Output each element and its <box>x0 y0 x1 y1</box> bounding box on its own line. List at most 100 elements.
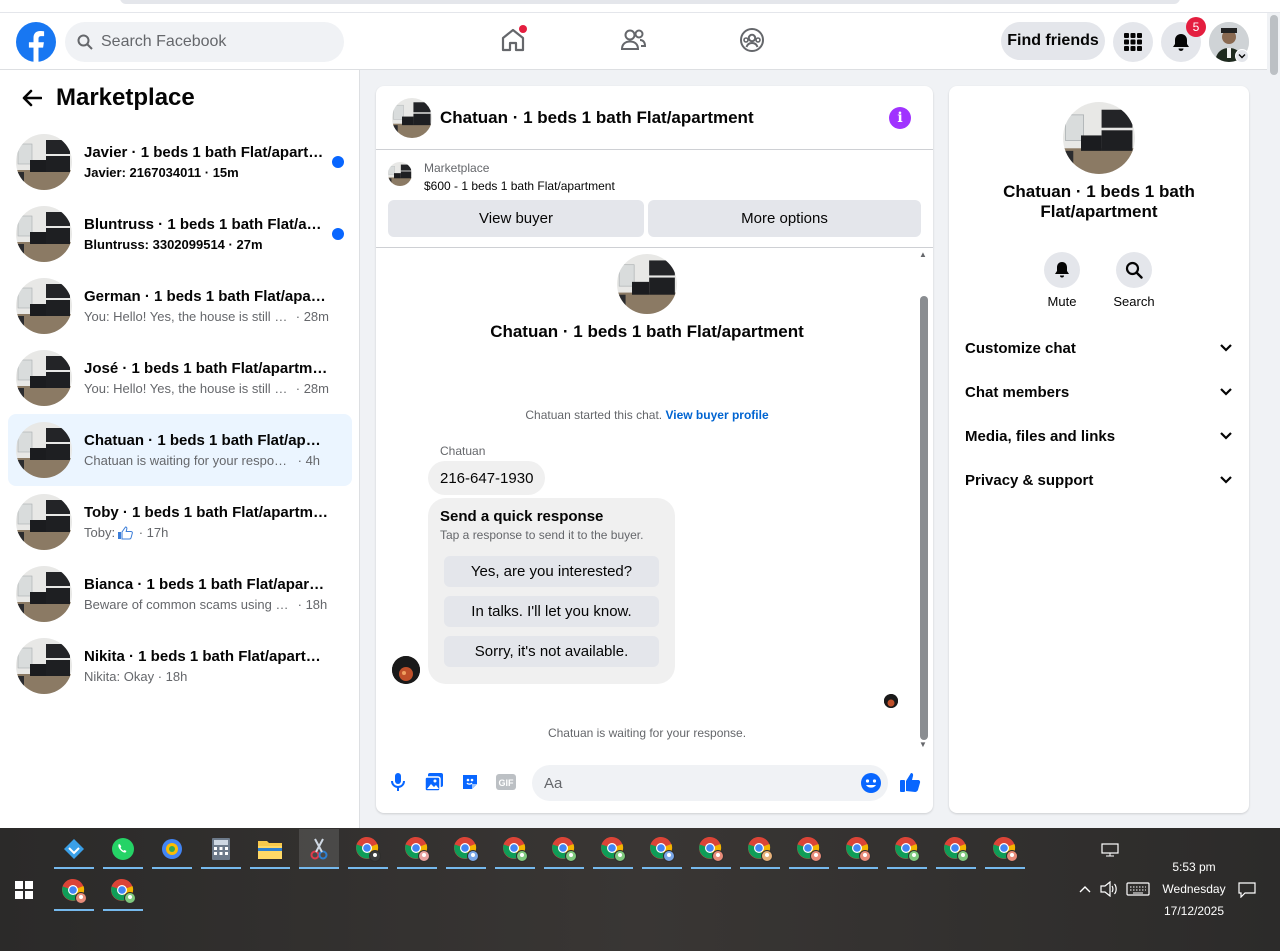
conversation-preview: Chatuan is waiting for your response. · … <box>84 453 329 468</box>
more-options-button[interactable]: More options <box>648 200 921 237</box>
media-files-links-row[interactable]: Media, files and links <box>957 414 1241 458</box>
conversation-item[interactable]: German · 1 beds 1 bath Flat/apartment You… <box>8 270 352 342</box>
file-explorer-icon[interactable] <box>250 829 290 869</box>
customize-chat-row[interactable]: Customize chat <box>957 326 1241 370</box>
listing-price[interactable]: $600 - 1 beds 1 bath Flat/apartment <box>424 179 615 193</box>
scroll-up-arrow-icon[interactable]: ▲ <box>919 250 929 260</box>
chat-scroll-thumb[interactable] <box>920 296 928 740</box>
taskbar-running-indicator <box>103 867 143 869</box>
chrome-profile-icon[interactable] <box>593 829 633 869</box>
chrome-profile-icon[interactable] <box>544 829 584 869</box>
conversation-time: 15m <box>212 165 239 180</box>
friends-icon[interactable] <box>618 25 648 55</box>
account-chevron-icon[interactable] <box>1235 49 1249 63</box>
google-meet-icon[interactable] <box>152 829 192 869</box>
app-diamond-icon[interactable] <box>54 829 94 869</box>
chrome-profile-icon[interactable] <box>348 829 388 869</box>
sender-avatar[interactable] <box>392 656 420 684</box>
action-center-icon[interactable] <box>1238 881 1256 899</box>
search-bar[interactable] <box>65 22 344 62</box>
search-action[interactable]: Search <box>1104 252 1164 309</box>
search-in-chat-icon[interactable] <box>1116 252 1152 288</box>
chrome-profile-icon[interactable] <box>446 829 486 869</box>
keyboard-icon[interactable] <box>1126 882 1150 896</box>
menu-grid-icon[interactable] <box>1113 22 1153 62</box>
clock-time[interactable]: 5:53 pm <box>1158 860 1230 874</box>
chrome-profile-icon[interactable] <box>740 829 780 869</box>
search-input[interactable] <box>101 33 321 51</box>
conversation-item[interactable]: Nikita · 1 beds 1 bath Flat/apartment Nik… <box>8 630 352 702</box>
browser-bar <box>120 0 1180 4</box>
quick-response-in-talks[interactable]: In talks. I'll let you know. <box>444 596 659 627</box>
chrome-profile-icon[interactable] <box>691 829 731 869</box>
chrome-profile-icon[interactable] <box>936 829 976 869</box>
chrome-profile-icon[interactable] <box>54 871 94 911</box>
windows-start-icon[interactable] <box>0 870 48 910</box>
chevron-down-icon <box>1219 343 1233 353</box>
thumbs-up-icon[interactable] <box>898 770 922 794</box>
mute-action[interactable]: Mute <box>1032 252 1092 309</box>
chat-hero-thumbnail <box>617 254 677 314</box>
sticker-icon[interactable] <box>458 770 482 794</box>
chrome-profile-icon[interactable] <box>397 829 437 869</box>
conversation-item[interactable]: Toby · 1 beds 1 bath Flat/apartment Toby:… <box>8 486 352 558</box>
tray-expand-chevron-icon[interactable] <box>1078 882 1092 896</box>
back-arrow-icon[interactable] <box>18 84 46 112</box>
message-input[interactable] <box>544 774 844 792</box>
conversation-item[interactable]: Javier · 1 beds 1 bath Flat/apartment Jav… <box>8 126 352 198</box>
groups-icon[interactable] <box>737 25 767 55</box>
scroll-down-arrow-icon[interactable]: ▼ <box>919 740 929 750</box>
chat-started-notice: Chatuan started this chat. View buyer pr… <box>376 408 918 422</box>
conversation-item[interactable]: José · 1 beds 1 bath Flat/apartment You: … <box>8 342 352 414</box>
mute-bell-icon[interactable] <box>1044 252 1080 288</box>
view-buyer-button[interactable]: View buyer <box>388 200 644 237</box>
listing-thumbnail[interactable] <box>392 97 432 138</box>
chrome-profile-icon[interactable] <box>103 871 143 911</box>
info-listing-thumbnail[interactable] <box>1063 102 1135 174</box>
unread-indicator-dot <box>332 228 344 240</box>
quick-response-not-available[interactable]: Sorry, it's not available. <box>444 636 659 667</box>
emoji-icon[interactable] <box>860 772 882 794</box>
page-scrollbar[interactable] <box>1267 13 1280 828</box>
gif-icon[interactable]: GIF <box>494 770 518 794</box>
home-icon[interactable] <box>498 25 528 55</box>
view-buyer-profile-link[interactable]: View buyer profile <box>665 408 768 422</box>
clock-date[interactable]: 17/12/2025 <box>1152 904 1236 918</box>
conversation-item[interactable]: Bluntruss · 1 beds 1 bath Flat/apartment… <box>8 198 352 270</box>
taskbar-running-indicator <box>201 867 241 869</box>
chat-members-row[interactable]: Chat members <box>957 370 1241 414</box>
incoming-message-bubble[interactable]: 216-647-1930 <box>428 461 546 495</box>
calculator-icon[interactable] <box>201 829 241 869</box>
clock-day[interactable]: Wednesday <box>1152 882 1236 896</box>
seen-indicator-avatar <box>884 694 898 708</box>
chrome-profile-icon[interactable] <box>789 829 829 869</box>
chrome-profile-icon[interactable] <box>838 829 878 869</box>
chrome-profile-icon[interactable] <box>495 829 535 869</box>
desktop-display-icon[interactable] <box>1090 830 1130 870</box>
chrome-profile-icon[interactable] <box>887 829 927 869</box>
taskbar-running-indicator <box>299 867 339 869</box>
snipping-tool-icon[interactable] <box>299 829 339 869</box>
conversation-item[interactable]: Bianca · 1 beds 1 bath Flat/apartment Bew… <box>8 558 352 630</box>
privacy-support-row[interactable]: Privacy & support <box>957 458 1241 502</box>
search-icon <box>77 34 93 50</box>
taskbar-running-indicator <box>789 867 829 869</box>
thumbs-up-icon <box>117 525 133 540</box>
info-icon[interactable]: i <box>889 107 911 129</box>
whatsapp-icon[interactable] <box>103 829 143 869</box>
chrome-profile-icon[interactable] <box>642 829 682 869</box>
taskbar-running-indicator <box>985 867 1025 869</box>
facebook-logo-icon[interactable] <box>16 22 56 62</box>
page-scroll-thumb[interactable] <box>1270 15 1278 75</box>
quick-response-interested[interactable]: Yes, are you interested? <box>444 556 659 587</box>
chat-scrollbar[interactable]: ▲ ▼ <box>918 250 929 750</box>
photo-icon[interactable] <box>422 770 446 794</box>
chrome-profile-icon[interactable] <box>985 829 1025 869</box>
message-input-box[interactable] <box>532 765 888 801</box>
microphone-icon[interactable] <box>386 770 410 794</box>
chat-title[interactable]: Chatuan · 1 beds 1 bath Flat/apartment <box>440 108 754 128</box>
conversation-item[interactable]: Chatuan · 1 beds 1 bath Flat/apartment Ch… <box>8 414 352 486</box>
conversation-preview: Nikita: Okay · 18h <box>84 669 329 684</box>
find-friends-button[interactable]: Find friends <box>1001 22 1105 60</box>
volume-icon[interactable] <box>1100 881 1118 897</box>
